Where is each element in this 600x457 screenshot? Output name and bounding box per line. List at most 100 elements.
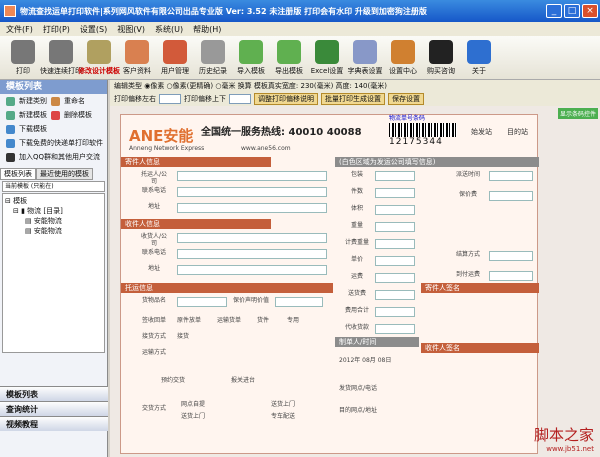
toolbar-label: 设置中心 bbox=[389, 67, 417, 75]
toolbar-button-excel[interactable]: Excel设置 bbox=[308, 36, 346, 80]
menu-system[interactable]: 系统(U) bbox=[155, 24, 183, 35]
tab-recent-templates[interactable]: 最近使用的模板 bbox=[36, 168, 93, 180]
fee-field[interactable] bbox=[375, 273, 415, 283]
origin-phone-label: 发货网点/电话 bbox=[339, 385, 378, 392]
tick-pickup[interactable]: 接货 bbox=[177, 333, 189, 340]
toolbar-button-export[interactable]: 导出模板 bbox=[270, 36, 308, 80]
offset-help-button[interactable]: 调整打印偏移说明 bbox=[254, 93, 318, 105]
batch-print-button[interactable]: 批量打印生成设置 bbox=[321, 93, 385, 105]
minimize-button[interactable]: _ bbox=[546, 4, 562, 18]
offset-ud-input[interactable] bbox=[229, 94, 251, 104]
receiver-phone-field[interactable] bbox=[177, 249, 327, 259]
nav-query-stats[interactable]: 查询统计 bbox=[0, 401, 108, 416]
printer-fast-icon bbox=[49, 40, 73, 64]
toolbar-button-design[interactable]: 修改设计模板 bbox=[78, 36, 120, 80]
tick-self-pickup[interactable]: 网点自提 bbox=[181, 401, 205, 408]
tick-customs[interactable]: 报关进台 bbox=[231, 377, 255, 384]
watermark-url: www.jb51.net bbox=[546, 445, 594, 453]
toolbar-button-settings[interactable]: 设置中心 bbox=[384, 36, 422, 80]
fee-label: 代收货款 bbox=[344, 324, 369, 331]
download-template-link[interactable]: 下载模板 bbox=[0, 122, 107, 136]
date-field[interactable]: 2012年 08月 08日 bbox=[339, 357, 391, 364]
watermark-title: 脚本之家 bbox=[533, 426, 594, 444]
new-template-button[interactable]: 新建模板 删除模板 bbox=[0, 108, 107, 122]
export-icon bbox=[277, 40, 301, 64]
barcode-label: 物流单号条码 bbox=[389, 115, 426, 122]
fee-field[interactable] bbox=[375, 222, 415, 232]
toolbar-button-info[interactable]: 关于 bbox=[460, 36, 498, 80]
barcode-number: 12175344 bbox=[389, 137, 443, 147]
fee-label: 件数 bbox=[350, 188, 363, 195]
goods-section-header: 托运信息 bbox=[121, 283, 333, 293]
tick-appointment[interactable]: 预约交货 bbox=[161, 377, 185, 384]
toolbar-button-history[interactable]: 历史纪录 bbox=[194, 36, 232, 80]
tree-node-root[interactable]: ⊟ 模板 bbox=[5, 196, 102, 206]
design-icon bbox=[87, 40, 111, 64]
right-field[interactable] bbox=[489, 251, 533, 261]
nav-video-tutorial[interactable]: 视频教程 bbox=[0, 416, 108, 431]
download-free-link[interactable]: 下载免费的快递单打印软件 bbox=[0, 136, 107, 150]
toolbar-button-printer[interactable]: 打印 bbox=[4, 36, 42, 80]
fee-field[interactable] bbox=[375, 171, 415, 181]
tick-door-delivery[interactable]: 送货上门 bbox=[181, 413, 205, 420]
sender-section-header: 寄件人信息 bbox=[121, 157, 271, 167]
tick-special[interactable]: 专用 bbox=[287, 317, 299, 324]
toolbar-button-users[interactable]: 用户管理 bbox=[156, 36, 194, 80]
join-qq-link[interactable]: 加入QQ群和其他用户交流 bbox=[0, 150, 107, 164]
toolbar-button-customers[interactable]: 客户资料 bbox=[118, 36, 156, 80]
toolbar-label: 用户管理 bbox=[161, 67, 189, 75]
fee-field[interactable] bbox=[375, 205, 415, 215]
tick-special-car[interactable]: 专车配送 bbox=[271, 413, 295, 420]
design-canvas[interactable]: 显示条码控件 ANE安能 Anneng Network Express 全国统一… bbox=[110, 106, 600, 457]
new-category-button[interactable]: 新建类别 重命名 bbox=[0, 94, 107, 108]
toolbar-button-import[interactable]: 导入模板 bbox=[232, 36, 270, 80]
right-field[interactable] bbox=[489, 171, 533, 181]
sender-address-field[interactable] bbox=[177, 203, 327, 213]
menu-view[interactable]: 视图(V) bbox=[117, 24, 145, 35]
tick-door-delivery-2[interactable]: 送货上门 bbox=[271, 401, 295, 408]
toolbar-button-dictionary[interactable]: 字典表设置 bbox=[346, 36, 384, 80]
fee-field[interactable] bbox=[375, 256, 415, 266]
toolbar-button-printer-fast[interactable]: 快速连续打印 bbox=[40, 36, 82, 80]
sender-phone-field[interactable] bbox=[177, 187, 327, 197]
menu-print[interactable]: 打印(P) bbox=[43, 24, 70, 35]
show-barcode-button[interactable]: 显示条码控件 bbox=[557, 108, 598, 119]
save-settings-button[interactable]: 保存设置 bbox=[388, 93, 424, 105]
toolbar-button-qq[interactable]: 购买咨询 bbox=[422, 36, 460, 80]
right-field-label: 结算方式 bbox=[455, 251, 480, 258]
fee-field[interactable] bbox=[375, 239, 415, 249]
tick-goods[interactable]: 货件 bbox=[257, 317, 269, 324]
template-search-input[interactable]: 当前模板 (只能在) bbox=[2, 181, 105, 192]
fee-field[interactable] bbox=[375, 307, 415, 317]
offset-lr-input[interactable] bbox=[159, 94, 181, 104]
menu-help[interactable]: 帮助(H) bbox=[193, 24, 221, 35]
barcode[interactable] bbox=[389, 123, 457, 137]
sender-name-field[interactable] bbox=[177, 171, 327, 181]
close-button[interactable]: × bbox=[582, 4, 598, 18]
declared-value-field[interactable] bbox=[275, 297, 323, 307]
right-field[interactable] bbox=[489, 191, 533, 201]
tree-node-logistics[interactable]: ⊟ ▮ 物流 [目录] bbox=[5, 206, 102, 216]
users-icon bbox=[163, 40, 187, 64]
toolbar-label: 导出模板 bbox=[275, 67, 303, 75]
fee-field[interactable] bbox=[375, 324, 415, 334]
maximize-button[interactable]: □ bbox=[564, 4, 580, 18]
origin-station-label: 始发站 bbox=[471, 128, 492, 136]
tick-original[interactable]: 原件放单 bbox=[177, 317, 201, 324]
fee-label: 费用合计 bbox=[344, 307, 369, 314]
menu-settings[interactable]: 设置(S) bbox=[80, 24, 107, 35]
tree-node-template[interactable]: ▤ 安能物流 bbox=[5, 216, 102, 226]
receiver-address-field[interactable] bbox=[177, 265, 327, 275]
goods-name-field[interactable] bbox=[177, 297, 227, 307]
nav-template-list[interactable]: 模板列表 bbox=[0, 386, 108, 401]
fee-field[interactable] bbox=[375, 188, 415, 198]
menu-file[interactable]: 文件(F) bbox=[6, 24, 33, 35]
tab-template-list[interactable]: 模板列表 bbox=[0, 168, 36, 180]
new-icon bbox=[6, 110, 15, 120]
fee-field[interactable] bbox=[375, 290, 415, 300]
destination-address-label: 目的网点/地址 bbox=[339, 407, 378, 414]
tree-node-template[interactable]: ▤ 安能物流 bbox=[5, 226, 102, 236]
right-field[interactable] bbox=[489, 271, 533, 281]
tick-waybill[interactable]: 运输货单 bbox=[217, 317, 241, 324]
receiver-name-field[interactable] bbox=[177, 233, 327, 243]
